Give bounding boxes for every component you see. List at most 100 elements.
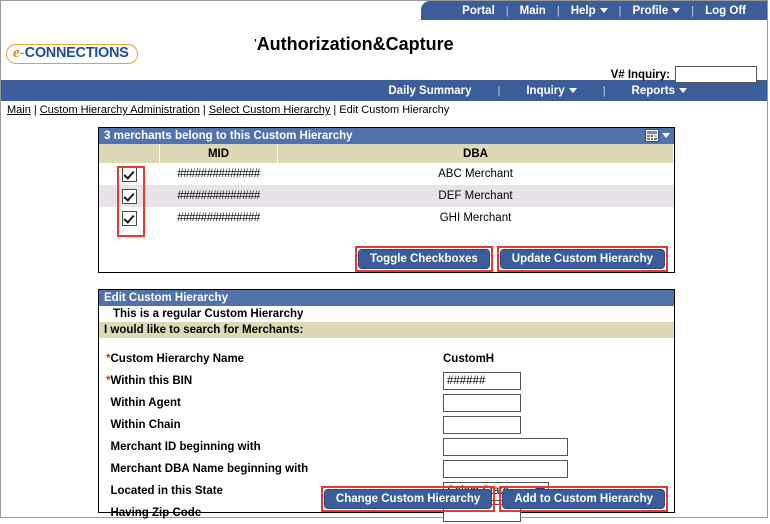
column-header-dba: DBA (277, 144, 674, 163)
row-checkbox[interactable] (121, 166, 137, 182)
row-select-cell (99, 207, 160, 229)
subnav-item-inquiry[interactable]: Inquiry (504, 85, 598, 97)
subnav-item-reports-label: Reports (631, 84, 675, 97)
row-checkbox[interactable] (121, 188, 137, 204)
merchants-panel-title-text: 3 merchants belong to this Custom Hierar… (104, 130, 353, 142)
edit-panel-title: Edit Custom Hierarchy (99, 290, 674, 306)
change-custom-hierarchy-annotation: Change Custom Hierarchy (320, 486, 496, 512)
form-row-within-this-bin: *Within this BIN (99, 370, 674, 392)
value-custom-hierarchy-name: CustomH (443, 353, 495, 365)
breadcrumb-separator: | (202, 104, 206, 116)
subnav-item-reports[interactable]: Reports (610, 85, 709, 97)
merchant-dba-name-input[interactable] (443, 460, 568, 478)
label-text: Merchant ID beginning with (110, 441, 261, 453)
update-custom-hierarchy-annotation: Update Custom Hierarchy (496, 246, 668, 272)
change-custom-hierarchy-button[interactable]: Change Custom Hierarchy (323, 489, 493, 509)
column-header-select (99, 144, 160, 163)
merchants-panel: 3 merchants belong to this Custom Hierar… (98, 127, 675, 273)
label-custom-hierarchy-name: *Custom Hierarchy Name (106, 353, 443, 365)
subnav-item-daily-summary[interactable]: Daily Summary (366, 85, 493, 97)
label-text: Within this BIN (110, 375, 193, 387)
table-row: ############## ABC Merchant (99, 163, 674, 185)
within-chain-input[interactable] (443, 416, 521, 434)
label-text: Within Chain (110, 419, 181, 431)
label-text: Located in this State (110, 485, 223, 497)
row-mid: ############## (177, 212, 260, 224)
row-checkbox[interactable] (121, 210, 137, 226)
row-select-cell (99, 163, 160, 185)
label-text: Within Agent (110, 397, 181, 409)
topnav-item-help[interactable]: Help (560, 5, 619, 17)
label-within-this-bin: *Within this BIN (106, 375, 443, 387)
subnav-separator: | (602, 84, 606, 97)
row-mid: ############## (177, 168, 260, 180)
breadcrumb-separator: | (333, 104, 337, 116)
v-number-inquiry: V# Inquiry: (611, 66, 757, 83)
row-dba: ABC Merchant (438, 168, 513, 180)
search-merchants-band: I would like to search for Merchants: (99, 322, 674, 338)
topnav-item-portal[interactable]: Portal (451, 5, 506, 17)
label-within-agent: *Within Agent (106, 397, 443, 409)
chevron-down-icon (568, 87, 577, 93)
topnav-item-main[interactable]: Main (509, 5, 557, 17)
form-row-within-chain: *Within Chain (99, 414, 674, 436)
form-row-within-agent: *Within Agent (99, 392, 674, 414)
label-text: Having Zip Code (110, 507, 202, 519)
breadcrumb: Main | Custom Hierarchy Administration |… (1, 101, 767, 119)
table-row: ############## GHI Merchant (99, 207, 674, 229)
topnav-item-profile-label: Profile (632, 4, 669, 17)
top-nav-region: Portal | Main | Help | Profile | Log Off (1, 1, 767, 20)
add-to-custom-hierarchy-annotation: Add to Custom Hierarchy (499, 486, 668, 512)
toggle-checkboxes-button[interactable]: Toggle Checkboxes (357, 249, 490, 269)
label-text: Custom Hierarchy Name (110, 353, 245, 365)
row-dba: GHI Merchant (439, 212, 512, 224)
within-agent-input[interactable] (443, 394, 521, 412)
page-root: Portal | Main | Help | Profile | Log Off… (0, 0, 768, 522)
topnav-item-logoff[interactable]: Log Off (694, 5, 757, 17)
chevron-down-icon (662, 133, 670, 138)
label-merchant-dba-name-beginning-with: *Merchant DBA Name beginning with (106, 463, 443, 475)
label-text: Merchant DBA Name beginning with (110, 463, 309, 475)
merchants-button-row: Toggle Checkboxes Update Custom Hierarch… (354, 246, 668, 272)
within-this-bin-input[interactable] (443, 372, 521, 390)
label-merchant-id-beginning-with: *Merchant ID beginning with (106, 441, 443, 453)
subnav-separator: | (497, 84, 501, 97)
topnav-item-profile[interactable]: Profile (621, 5, 691, 17)
row-dba: DEF Merchant (277, 185, 674, 207)
secondary-navigation-bar: Daily Summary | Inquiry | Reports (1, 80, 767, 101)
merchants-panel-title: 3 merchants belong to this Custom Hierar… (99, 128, 674, 144)
chevron-down-icon (679, 87, 687, 93)
form-row-merchant-dba-name: *Merchant DBA Name beginning with (99, 458, 674, 480)
edit-button-row: Change Custom Hierarchy Add to Custom Hi… (320, 486, 668, 512)
update-custom-hierarchy-button[interactable]: Update Custom Hierarchy (499, 249, 665, 269)
grid-view-icon (645, 129, 659, 142)
chevron-down-icon (672, 7, 681, 13)
edit-panel-title-text: Edit Custom Hierarchy (104, 292, 228, 304)
chevron-down-icon (599, 7, 608, 13)
column-header-mid: MID (159, 144, 278, 163)
topnav-item-help-label: Help (570, 4, 596, 17)
subnav-item-inquiry-label: Inquiry (526, 84, 565, 97)
form-row-custom-hierarchy-name: *Custom Hierarchy Name CustomH (99, 348, 674, 370)
label-within-chain: *Within Chain (106, 419, 443, 431)
table-row: ############## DEF Merchant (99, 185, 674, 207)
merchants-table: MID DBA ############## ABC Merchant ####… (99, 144, 674, 229)
row-select-cell (99, 185, 160, 207)
breadcrumb-separator: | (33, 104, 37, 116)
v-inquiry-label: V# Inquiry: (610, 68, 670, 81)
v-inquiry-input[interactable] (675, 66, 757, 83)
page-title-text: Authorization&Capture (256, 34, 454, 54)
breadcrumb-link-custom-hierarchy-administration[interactable]: Custom Hierarchy Administration (40, 104, 200, 116)
row-mid: ############## (159, 185, 278, 207)
breadcrumb-link-select-custom-hierarchy[interactable]: Select Custom Hierarchy (209, 104, 331, 116)
top-navigation-bar: Portal | Main | Help | Profile | Log Off (421, 1, 767, 20)
merchant-id-input[interactable] (443, 438, 568, 456)
add-to-custom-hierarchy-button[interactable]: Add to Custom Hierarchy (502, 489, 665, 509)
form-row-merchant-id: *Merchant ID beginning with (99, 436, 674, 458)
brand-band: e-CONNECTIONS 'Authorization&Capture V# … (1, 20, 767, 83)
breadcrumb-current-page: Edit Custom Hierarchy (339, 104, 450, 116)
breadcrumb-link-main[interactable]: Main (7, 104, 31, 116)
toggle-checkboxes-annotation: Toggle Checkboxes (354, 246, 493, 272)
grid-view-menu[interactable] (645, 129, 670, 142)
hierarchy-type-note: This is a regular Custom Hierarchy (99, 306, 674, 322)
